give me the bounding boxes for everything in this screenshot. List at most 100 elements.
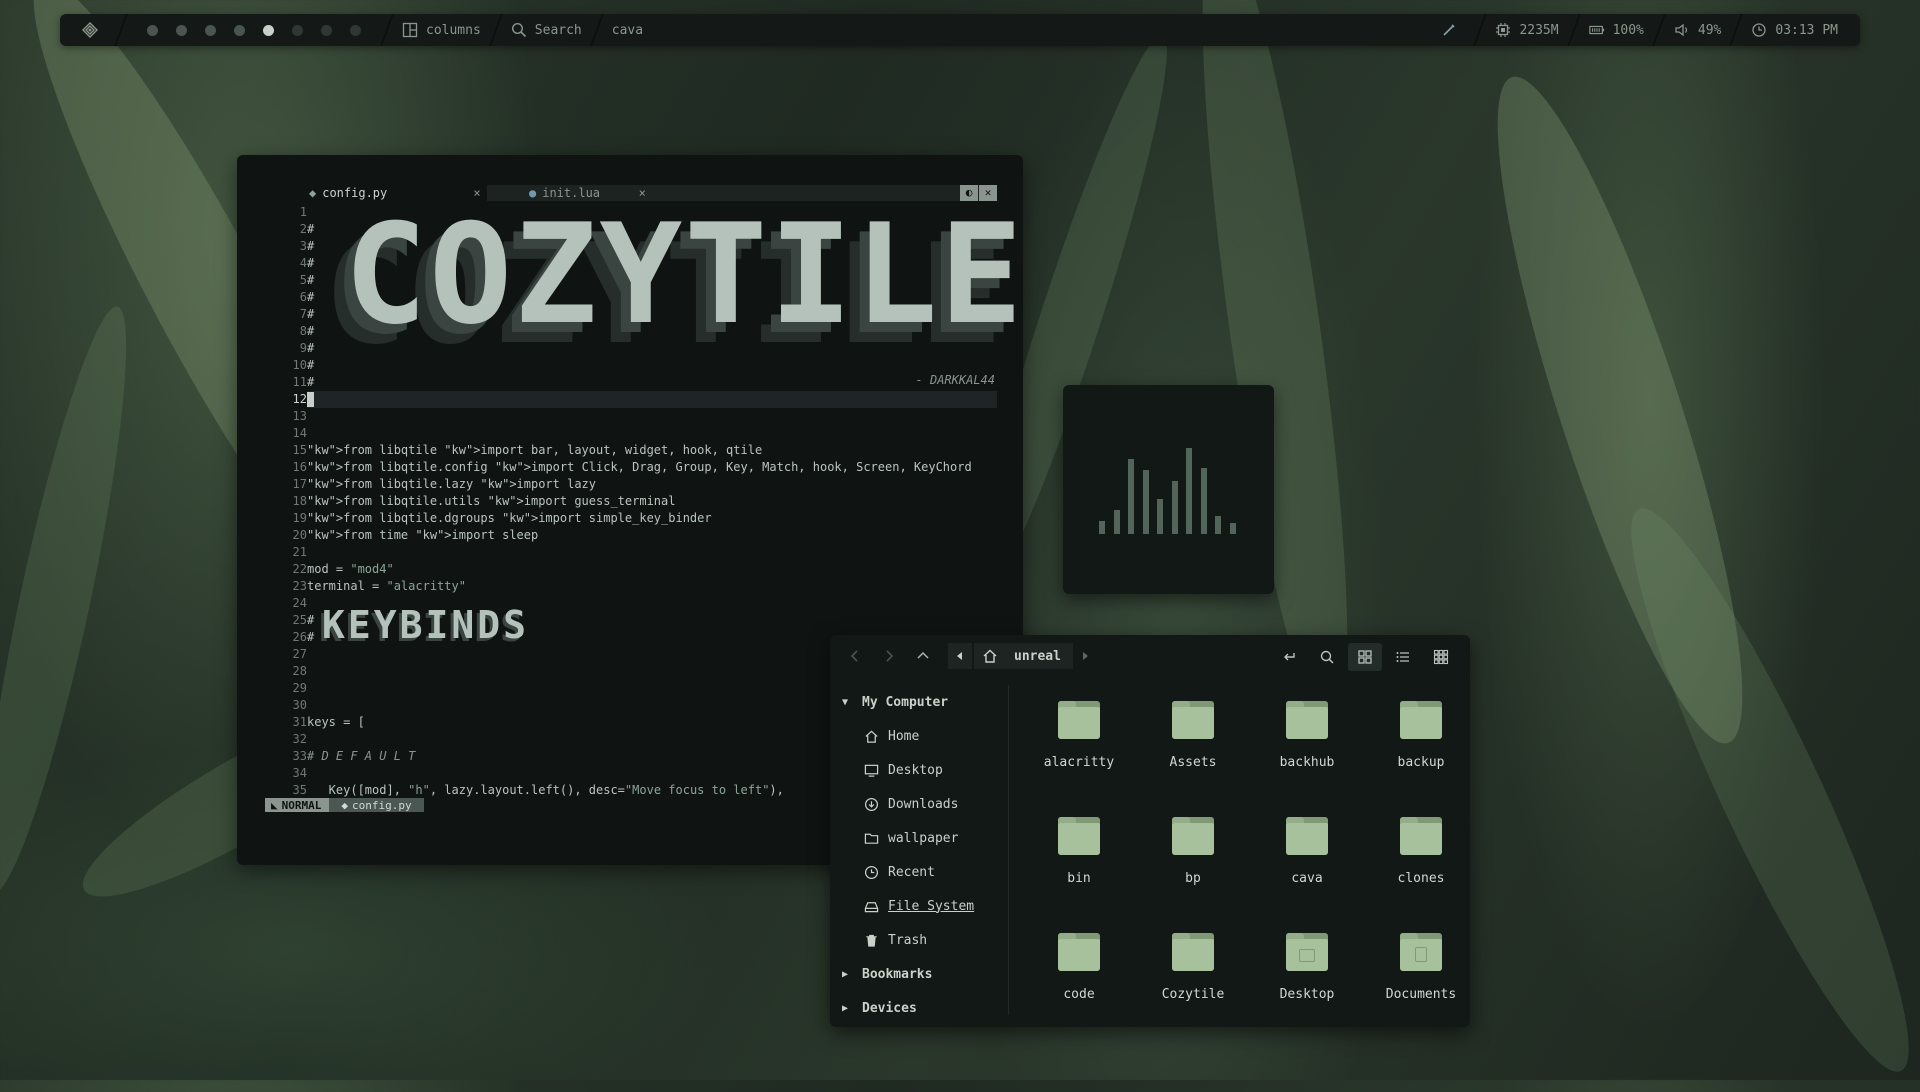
workspace-dot[interactable] xyxy=(350,24,361,36)
icon-view-icon[interactable] xyxy=(1348,643,1382,671)
folder-icon xyxy=(1058,933,1100,971)
cpu-chip-icon xyxy=(1495,22,1511,38)
window-title: cava xyxy=(598,14,657,46)
desktop-folder-icon xyxy=(1286,933,1328,971)
line-number: 31 xyxy=(292,715,307,729)
layout-columns-icon xyxy=(402,22,418,38)
toggle-location-icon[interactable] xyxy=(1272,643,1306,671)
file-item[interactable]: alacritty xyxy=(1022,695,1136,811)
clock-icon xyxy=(864,865,882,880)
folder-icon xyxy=(1400,701,1442,739)
line-number: 30 xyxy=(292,698,307,712)
visualizer-bar xyxy=(1186,448,1192,534)
documents-folder-icon xyxy=(1400,933,1442,971)
folder-icon xyxy=(1058,817,1100,855)
workspace-dot[interactable] xyxy=(234,24,245,36)
sidebar-item-recent[interactable]: Recent xyxy=(830,855,1008,889)
forward-button[interactable] xyxy=(872,648,906,664)
vim-mode: ◣ NORMAL xyxy=(265,798,330,812)
code-line: 20 "kw">from time "kw">import sleep xyxy=(237,527,1023,544)
cozytile-ascii-banner: COZYTILE xyxy=(344,194,1025,355)
code-text: # xyxy=(307,341,315,355)
file-manager-toolbar: unreal xyxy=(830,635,1470,677)
memory-value: 2235M xyxy=(1519,22,1559,38)
line-number: 20 xyxy=(292,528,307,542)
back-button[interactable] xyxy=(838,648,872,664)
file-item[interactable]: backhub xyxy=(1250,695,1364,811)
sidebar-item-home[interactable]: Home xyxy=(830,719,1008,753)
banner-author: - DARKKAL44 xyxy=(915,373,995,387)
file-item[interactable]: cava xyxy=(1250,811,1364,927)
workspace-dot[interactable] xyxy=(205,24,216,36)
line-number: 35 xyxy=(292,783,307,797)
workspace-dot[interactable] xyxy=(176,24,187,36)
file-item[interactable]: code xyxy=(1022,927,1136,1043)
layout-indicator[interactable]: columns xyxy=(388,14,495,46)
launcher-button[interactable] xyxy=(60,14,120,46)
file-item[interactable]: Desktop xyxy=(1250,927,1364,1043)
code-text: # xyxy=(307,358,315,372)
file-item[interactable]: backup xyxy=(1364,695,1478,811)
up-button[interactable] xyxy=(906,648,940,664)
home-icon xyxy=(982,648,1006,664)
breadcrumb-left-button[interactable] xyxy=(948,643,972,669)
file-manager-window[interactable]: unreal ▼ My Computer Home Desktop Downlo… xyxy=(830,635,1470,1027)
file-item[interactable]: bp xyxy=(1136,811,1250,927)
line-number: 32 xyxy=(292,732,307,746)
sidebar-item-desktop[interactable]: Desktop xyxy=(830,753,1008,787)
code-line: 16 "kw">from libqtile.config "kw">import … xyxy=(237,459,1023,476)
clock-value: 03:13 PM xyxy=(1775,22,1838,38)
code-text: # xyxy=(307,273,315,287)
volume-widget[interactable]: 49% xyxy=(1660,14,1735,46)
sidebar-item-wallpaper[interactable]: wallpaper xyxy=(830,821,1008,855)
line-number: 24 xyxy=(292,596,307,610)
code-text: terminal = "alacritty" xyxy=(307,579,466,593)
search-button[interactable]: Search xyxy=(497,14,596,46)
file-item[interactable]: bin xyxy=(1022,811,1136,927)
line-number: 6 xyxy=(299,290,307,304)
battery-widget: 100% xyxy=(1575,14,1658,46)
workspace-dot[interactable] xyxy=(147,24,158,36)
code-text: "kw">from libqtile.config "kw">import Cl… xyxy=(307,460,972,474)
folder-icon xyxy=(864,831,882,846)
file-item[interactable]: Assets xyxy=(1136,695,1250,811)
list-view-icon[interactable] xyxy=(1386,643,1420,671)
clock-widget[interactable]: 03:13 PM xyxy=(1737,14,1860,46)
workspace-dot[interactable] xyxy=(321,24,332,36)
file-item[interactable]: Cozytile xyxy=(1136,927,1250,1043)
sidebar-item-trash[interactable]: Trash xyxy=(830,923,1008,957)
code-line: 21 xyxy=(237,544,1023,561)
line-number: 12 xyxy=(292,392,307,406)
sidebar-section-my-computer[interactable]: ▼ My Computer xyxy=(830,685,1008,719)
compact-view-icon[interactable] xyxy=(1424,643,1458,671)
workspace-dot-active[interactable] xyxy=(263,24,274,36)
sidebar-item-file-system[interactable]: File System xyxy=(830,889,1008,923)
file-item[interactable]: Documents xyxy=(1364,927,1478,1043)
cava-visualizer xyxy=(1063,385,1274,594)
color-picker-widget[interactable] xyxy=(1419,14,1479,46)
download-icon xyxy=(864,797,882,812)
breadcrumb-current[interactable]: unreal xyxy=(974,643,1073,669)
workspace-dot[interactable] xyxy=(292,24,303,36)
breadcrumb-right-button[interactable] xyxy=(1073,651,1097,661)
code-line: 10 # xyxy=(237,357,1023,374)
code-text: # xyxy=(307,613,315,627)
code-line-current: 12 xyxy=(293,391,997,408)
sidebar-item-downloads[interactable]: Downloads xyxy=(830,787,1008,821)
code-text xyxy=(307,391,314,408)
file-item[interactable]: clones xyxy=(1364,811,1478,927)
folder-icon xyxy=(1172,817,1214,855)
search-icon[interactable] xyxy=(1310,643,1344,671)
line-number: 7 xyxy=(299,307,307,321)
monitor-icon xyxy=(864,763,882,778)
line-number: 18 xyxy=(292,494,307,508)
visualizer-bar xyxy=(1200,468,1207,534)
code-text: "kw">from libqtile.dgroups "kw">import s… xyxy=(307,511,712,525)
view-controls xyxy=(1268,643,1458,671)
sidebar-section-bookmarks[interactable]: ▶ Bookmarks xyxy=(830,957,1008,991)
code-line: 13 xyxy=(237,408,1023,425)
sidebar-section-devices[interactable]: ▶ Devices xyxy=(830,991,1008,1025)
statusline: ◣ NORMAL ◆ config.py xyxy=(265,798,424,812)
line-number: 28 xyxy=(292,664,307,678)
line-number: 13 xyxy=(292,409,307,423)
